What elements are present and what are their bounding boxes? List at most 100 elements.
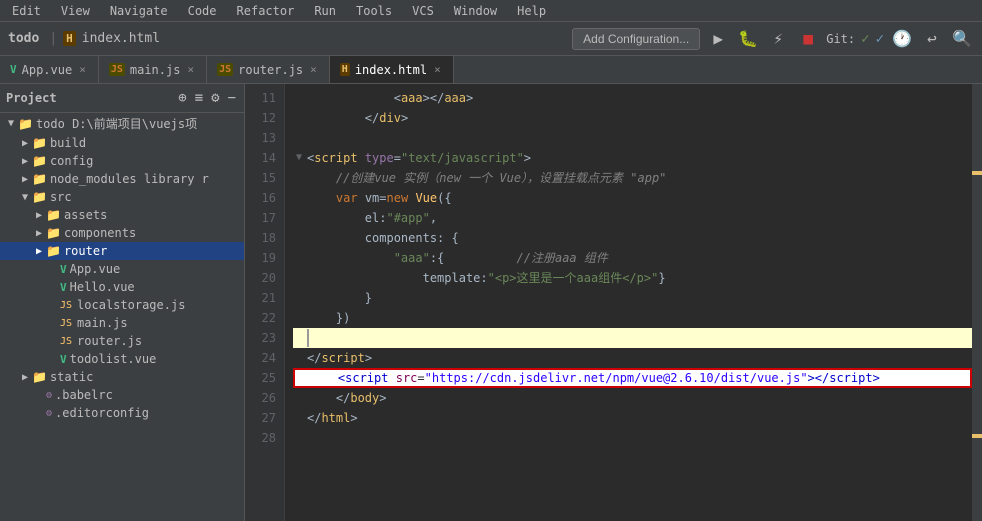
fold-24[interactable] (293, 348, 305, 368)
tree-item-src[interactable]: ▼ 📁 src (0, 188, 244, 206)
run-icon[interactable]: ▶ (706, 27, 730, 51)
tree-item-node-modules[interactable]: ▶ 📁 node_modules library r (0, 170, 244, 188)
menu-navigate[interactable]: Navigate (106, 2, 172, 20)
tree-arrow-todo: ▼ (4, 118, 18, 129)
fold-19[interactable] (293, 248, 305, 268)
fold-27[interactable] (293, 408, 305, 428)
fold-17[interactable] (293, 208, 305, 228)
line-num-19: 19 (245, 248, 284, 268)
tab-app-vue[interactable]: V App.vue × (0, 56, 99, 83)
fold-11[interactable] (293, 88, 305, 108)
tree-item-babelrc[interactable]: ⚙ .babelrc (0, 386, 244, 404)
vue-file-icon-todolist: V (60, 353, 67, 366)
tree-label-babelrc: .babelrc (55, 388, 113, 402)
debug-icon[interactable]: 🐛 (736, 27, 760, 51)
fold-25[interactable] (295, 368, 307, 388)
code-line-15: //创建vue 实例（new 一个 Vue），设置挂载点元素 "app" (293, 168, 972, 188)
line-num-23: 23 (245, 328, 284, 348)
fold-20[interactable] (293, 268, 305, 288)
fold-18[interactable] (293, 228, 305, 248)
add-configuration-button[interactable]: Add Configuration... (572, 28, 700, 50)
line-num-15: 15 (245, 168, 284, 188)
stop-icon[interactable]: ■ (796, 27, 820, 51)
code-area[interactable]: <aaa></aaa> </div> ▼ <script type="text/… (285, 84, 972, 521)
tree-item-static[interactable]: ▶ 📁 static (0, 368, 244, 386)
js-file-icon-localstorage: JS (60, 300, 72, 311)
tab-close-router-js[interactable]: × (308, 62, 319, 77)
menu-refactor[interactable]: Refactor (233, 2, 299, 20)
tab-router-js[interactable]: JS router.js × (207, 56, 330, 83)
right-scrollbar[interactable] (972, 84, 982, 521)
tree-label-config: config (50, 154, 93, 168)
fold-21[interactable] (293, 288, 305, 308)
tree-label-app-vue: App.vue (70, 262, 121, 276)
tree-label-router: router (64, 244, 107, 258)
tree-label-node-modules: node_modules library r (50, 172, 209, 186)
sidebar-close-icon[interactable]: − (226, 88, 238, 108)
fold-23[interactable] (293, 328, 305, 348)
code-line-17: el:"#app", (293, 208, 972, 228)
line-num-17: 17 (245, 208, 284, 228)
tree-label-todo: todo D:\前端项目\vuejs项 (36, 115, 197, 132)
menu-tools[interactable]: Tools (352, 2, 396, 20)
tab-close-index-html[interactable]: × (432, 62, 443, 77)
sidebar-collapse-icon[interactable]: ≡ (193, 88, 205, 108)
folder-icon-src: 📁 (32, 190, 47, 204)
code-line-11: <aaa></aaa> (293, 88, 972, 108)
git-history-icon[interactable]: 🕐 (890, 27, 914, 51)
menu-help[interactable]: Help (513, 2, 550, 20)
git-revert-icon[interactable]: ↩ (920, 27, 944, 51)
code-line-20: template:"<p>这里是一个aaa组件</p>"} (293, 268, 972, 288)
tree-item-todo-root[interactable]: ▼ 📁 todo D:\前端项目\vuejs项 (0, 113, 244, 134)
tab-label-index-html: index.html (355, 63, 427, 77)
fold-26[interactable] (293, 388, 305, 408)
git-check-blue[interactable]: ✓ (876, 31, 884, 47)
tree-item-router-js[interactable]: JS router.js (0, 332, 244, 350)
tree-item-router[interactable]: ▶ 📁 router (0, 242, 244, 260)
tab-index-html[interactable]: H index.html × (330, 56, 454, 83)
fold-13[interactable] (293, 128, 305, 148)
menu-view[interactable]: View (57, 2, 94, 20)
editor[interactable]: 11 12 13 14 15 16 17 18 19 20 21 22 23 2… (245, 84, 972, 521)
line-num-14: 14 (245, 148, 284, 168)
sidebar-add-icon[interactable]: ⊕ (176, 88, 188, 108)
sidebar-settings-icon[interactable]: ⚙ (209, 88, 221, 108)
tree-item-app-vue[interactable]: V App.vue (0, 260, 244, 278)
code-line-12: </div> (293, 108, 972, 128)
tree-item-build[interactable]: ▶ 📁 build (0, 134, 244, 152)
fold-15[interactable] (293, 168, 305, 188)
project-title: todo (8, 31, 39, 46)
tree-item-main-js[interactable]: JS main.js (0, 314, 244, 332)
coverage-icon[interactable]: ⚡ (766, 27, 790, 51)
tab-close-app-vue[interactable]: × (77, 62, 88, 77)
tree-item-editorconfig[interactable]: ⚙ .editorconfig (0, 404, 244, 422)
folder-icon-static: 📁 (32, 370, 47, 384)
code-line-27: </html> (293, 408, 972, 428)
tree-item-hello-vue[interactable]: V Hello.vue (0, 278, 244, 296)
fold-16[interactable] (293, 188, 305, 208)
tree-item-localstorage[interactable]: JS localstorage.js (0, 296, 244, 314)
fold-22[interactable] (293, 308, 305, 328)
tab-main-js[interactable]: JS main.js × (99, 56, 207, 83)
folder-icon-node-modules: 📁 (32, 172, 47, 186)
tree-item-components[interactable]: ▶ 📁 components (0, 224, 244, 242)
fold-14[interactable]: ▼ (293, 148, 305, 168)
tree-item-todolist-vue[interactable]: V todolist.vue (0, 350, 244, 368)
menu-edit[interactable]: Edit (8, 2, 45, 20)
tree-item-assets[interactable]: ▶ 📁 assets (0, 206, 244, 224)
tree-item-config[interactable]: ▶ 📁 config (0, 152, 244, 170)
menu-code[interactable]: Code (184, 2, 221, 20)
search-icon[interactable]: 🔍 (950, 27, 974, 51)
tab-close-main-js[interactable]: × (185, 62, 196, 77)
fold-28[interactable] (293, 428, 305, 448)
menu-window[interactable]: Window (450, 2, 501, 20)
git-check-green[interactable]: ✓ (861, 31, 869, 47)
tree-label-localstorage: localstorage.js (77, 298, 185, 312)
menu-run[interactable]: Run (310, 2, 340, 20)
folder-icon-components: 📁 (46, 226, 61, 240)
file-title: index.html (82, 31, 160, 46)
fold-12[interactable] (293, 108, 305, 128)
menu-vcs[interactable]: VCS (408, 2, 438, 20)
tree-arrow-components: ▶ (32, 228, 46, 239)
tree-arrow-static: ▶ (18, 372, 32, 383)
